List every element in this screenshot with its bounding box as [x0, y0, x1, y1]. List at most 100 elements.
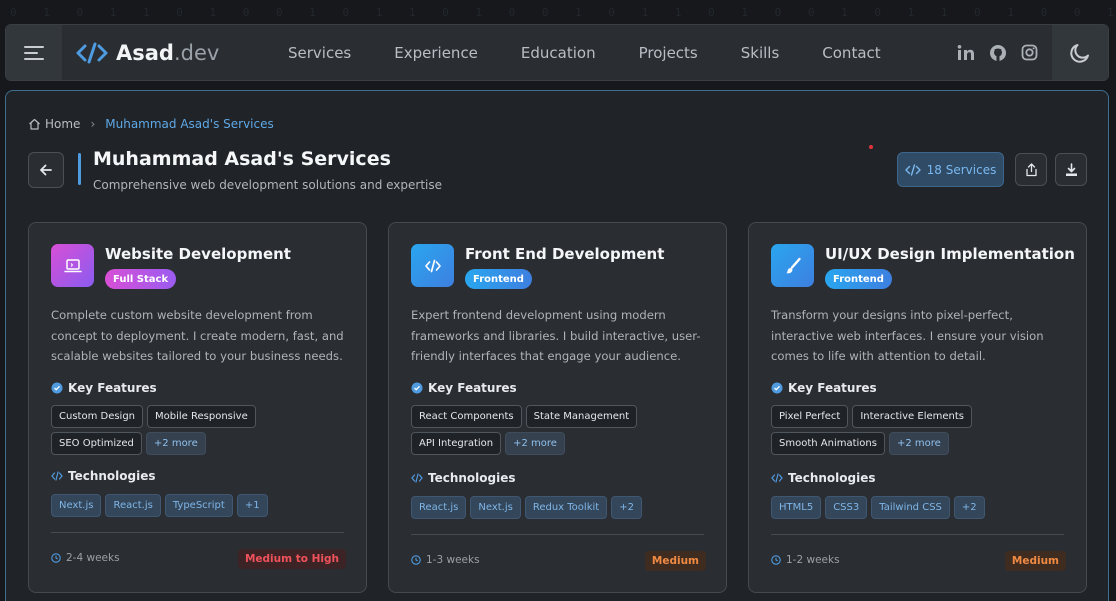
- breadcrumb-home-label: Home: [45, 117, 81, 131]
- feature-chip: State Management: [525, 405, 638, 428]
- theme-toggle-button[interactable]: [1052, 25, 1108, 80]
- nav-link-experience[interactable]: Experience: [394, 44, 478, 62]
- tech-more-chip[interactable]: +2: [611, 496, 642, 519]
- technologies-text: Technologies: [68, 469, 156, 483]
- technologies-label: Technologies: [411, 471, 516, 485]
- tech-more-chip[interactable]: +2: [953, 496, 985, 519]
- complexity-badge: Medium: [644, 551, 706, 571]
- check-circle-icon: [771, 382, 783, 394]
- social-links: [943, 44, 1038, 62]
- card-title: Website Development: [105, 245, 291, 263]
- nav-link-education[interactable]: Education: [521, 44, 596, 62]
- services-panel: Home › Muhammad Asad's Services Muhammad…: [5, 90, 1109, 601]
- key-features-label: Key Features: [411, 381, 517, 395]
- github-icon[interactable]: [989, 44, 1007, 62]
- category-badge: Full Stack: [105, 269, 177, 289]
- features-more-chip[interactable]: +2 more: [145, 432, 206, 455]
- duration-text: 1-3 weeks: [426, 554, 480, 566]
- key-features-text: Key Features: [68, 381, 157, 395]
- service-card-ui-ux-design-implementation[interactable]: UI/UX Design Implementation Frontend Tra…: [748, 222, 1087, 593]
- title-accent-bar: [78, 153, 81, 185]
- technologies-list: HTML5 CSS3 Tailwind CSS +2: [771, 496, 1071, 523]
- tech-chip: React.js: [105, 494, 161, 517]
- brand-name: Asad: [116, 40, 174, 65]
- features-list: Pixel Perfect Interactive Elements Smoot…: [771, 405, 1071, 459]
- technologies-text: Technologies: [428, 471, 516, 485]
- arrow-left-icon: [40, 164, 52, 176]
- card-divider: [51, 532, 344, 533]
- download-button[interactable]: [1055, 153, 1087, 186]
- key-features-text: Key Features: [428, 381, 517, 395]
- back-button[interactable]: [28, 152, 64, 188]
- chevron-right-icon: ›: [90, 117, 96, 131]
- clock-icon: [51, 553, 61, 563]
- card-description: Transform your designs into pixel-perfec…: [771, 308, 1044, 363]
- breadcrumb: Home › Muhammad Asad's Services: [28, 117, 274, 131]
- technologies-label: Technologies: [51, 469, 156, 483]
- features-list: Custom Design Mobile Responsive SEO Opti…: [51, 405, 351, 459]
- download-icon: [1065, 162, 1077, 176]
- tech-chip: Redux Toolkit: [524, 496, 608, 519]
- code-icon: [904, 163, 921, 176]
- breadcrumb-home[interactable]: Home: [28, 117, 80, 131]
- key-features-label: Key Features: [771, 381, 877, 395]
- check-circle-icon: [411, 382, 423, 394]
- feature-chip: Smooth Animations: [771, 432, 885, 455]
- complexity-badge: Medium to High: [237, 549, 346, 569]
- tech-chip: CSS3: [825, 496, 868, 519]
- navbar: Asad .dev Services Experience Education P…: [5, 24, 1109, 81]
- tech-chip: React.js: [411, 496, 467, 519]
- indicator-dot: [869, 145, 873, 149]
- nav-link-services[interactable]: Services: [288, 44, 351, 62]
- complexity-badge: Medium: [1004, 551, 1066, 571]
- key-features-text: Key Features: [788, 381, 877, 395]
- duration: 2-4 weeks: [51, 552, 120, 564]
- feature-chip: Interactive Elements: [852, 405, 973, 428]
- technologies-text: Technologies: [788, 471, 876, 485]
- service-card-website-development[interactable]: Website Development Full Stack Complete …: [28, 222, 367, 593]
- tech-more-chip[interactable]: +1: [236, 494, 268, 517]
- card-divider: [411, 534, 704, 535]
- card-divider: [771, 534, 1064, 535]
- features-list: React Components State Management API In…: [411, 405, 711, 459]
- duration: 1-3 weeks: [411, 554, 480, 566]
- tech-chip: Tailwind CSS: [871, 496, 950, 519]
- menu-button[interactable]: [6, 25, 62, 80]
- brand-tld: .dev: [173, 40, 220, 65]
- page-title: Muhammad Asad's Services: [93, 148, 391, 170]
- hamburger-icon: [24, 42, 44, 64]
- home-icon: [29, 118, 40, 130]
- feature-chip: Custom Design: [51, 405, 144, 428]
- linkedin-icon[interactable]: [957, 44, 975, 62]
- card-description: Expert frontend development using modern…: [411, 308, 701, 363]
- laptop-icon: [51, 244, 94, 287]
- brand-logo[interactable]: Asad .dev: [76, 41, 262, 65]
- clock-icon: [771, 555, 781, 565]
- technologies-label: Technologies: [771, 471, 876, 485]
- duration: 1-2 weeks: [771, 554, 840, 566]
- instagram-icon[interactable]: [1021, 44, 1038, 61]
- share-button[interactable]: [1015, 153, 1047, 186]
- service-card-front-end-development[interactable]: Front End Development Frontend Expert fr…: [388, 222, 727, 593]
- duration-text: 2-4 weeks: [66, 552, 120, 564]
- card-title: Front End Development: [465, 245, 665, 263]
- tech-chip: Next.js: [51, 494, 102, 517]
- nav-links: Services Experience Education Projects S…: [288, 44, 881, 62]
- code-icon: [411, 244, 454, 287]
- features-more-chip[interactable]: +2 more: [888, 432, 949, 455]
- clock-icon: [411, 555, 421, 565]
- code-icon: [51, 471, 63, 481]
- nav-link-projects[interactable]: Projects: [639, 44, 698, 62]
- code-icon: [411, 473, 423, 483]
- feature-chip: React Components: [411, 405, 522, 428]
- key-features-label: Key Features: [51, 381, 157, 395]
- nav-link-skills[interactable]: Skills: [741, 44, 780, 62]
- category-badge: Frontend: [825, 269, 892, 289]
- services-count-label: 18 Services: [926, 162, 997, 177]
- services-count-badge[interactable]: 18 Services: [897, 152, 1004, 187]
- features-more-chip[interactable]: +2 more: [505, 432, 565, 455]
- share-icon: [1025, 162, 1037, 176]
- technologies-list: React.js Next.js Redux Toolkit +2: [411, 496, 711, 523]
- nav-link-contact[interactable]: Contact: [822, 44, 880, 62]
- moon-icon: [1070, 43, 1089, 63]
